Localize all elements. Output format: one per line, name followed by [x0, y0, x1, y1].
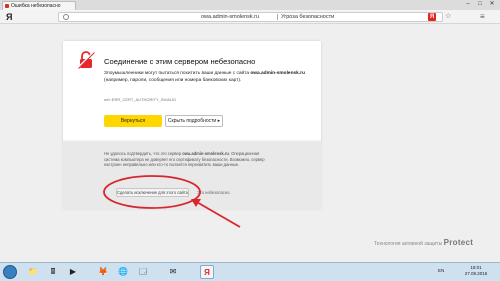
warning-favicon-icon [5, 4, 9, 8]
browser-icon[interactable]: 🌐 [116, 265, 130, 279]
address-bar[interactable]: owa.admin-smolensk.ru Угроза безопасност… [58, 12, 443, 22]
mail-icon[interactable]: ✉ [166, 265, 180, 279]
browser-tab[interactable]: Ошибка небезопасно [2, 1, 76, 10]
calculator-icon[interactable]: 🖩 [46, 265, 60, 279]
page-title: Угроза безопасности [281, 14, 335, 20]
tab-strip: Ошибка небезопасно – □ ✕ [0, 0, 500, 10]
desc-host: owa.admin-smolensk.ru [250, 71, 305, 76]
hide-details-button[interactable]: Скрыть подробности ▸ [165, 115, 223, 127]
media-player-icon[interactable]: ▶ [66, 265, 80, 279]
explorer-icon[interactable]: 📁 [26, 265, 40, 279]
start-button[interactable] [3, 265, 17, 279]
protect-branding: Технология активной защиты Protect [374, 238, 473, 247]
bookmark-star-icon[interactable]: ☆ [445, 12, 451, 20]
yandex-protect-icon[interactable]: Я [428, 13, 436, 21]
protect-label: Технология активной защиты [374, 241, 443, 247]
browser-menu-icon[interactable]: ≡ [480, 12, 485, 21]
desc-suffix: (например, пароли, сообщения или номера … [104, 77, 242, 83]
window-controls: – □ ✕ [462, 0, 498, 10]
tab-title: Ошибка небезопасно [11, 3, 61, 9]
minimize-button[interactable]: – [462, 0, 474, 9]
site-info-icon[interactable] [63, 14, 69, 20]
broken-lock-icon [77, 51, 95, 69]
details-text: Не удалось подтвердить, что это сервер o… [104, 151, 276, 168]
firefox-icon[interactable]: 🦊 [96, 265, 110, 279]
details-prefix: Не удалось подтвердить, что это сервер [104, 151, 183, 156]
error-description: Злоумышленники могут пытаться похитить в… [104, 71, 312, 84]
yandex-logo-icon[interactable]: Я [6, 12, 12, 22]
clock-date: 27.09.2016 [464, 271, 488, 276]
details-host: owa.admin-smolensk.ru [182, 151, 229, 156]
yandex-browser-icon[interactable]: Я [200, 265, 214, 279]
unsafe-note: Это небезопасно. [197, 190, 231, 195]
desc-prefix: Злоумышленники могут пытаться похитить в… [104, 71, 251, 76]
maximize-button[interactable]: □ [474, 0, 486, 9]
protect-brand: Protect [443, 238, 474, 247]
window-icon[interactable]: 🗔 [136, 265, 150, 279]
error-code: net::ERR_CERT_AUTHORITY_INVALID [104, 97, 177, 102]
taskbar: 📁 🖩 ▶ 🦊 🌐 🗔 ✉ Я EN 18:01 27.09.2016 [0, 262, 500, 281]
address-separator [277, 14, 278, 20]
add-exception-button[interactable]: Сделать исключение для этого сайта [116, 188, 189, 197]
system-clock[interactable]: 18:01 27.09.2016 [462, 265, 490, 277]
error-heading: Соединение с этим сервером небезопасно [104, 57, 256, 66]
browser-toolbar: Я owa.admin-smolensk.ru Угроза безопасно… [0, 10, 500, 24]
close-button[interactable]: ✕ [486, 0, 498, 9]
address-url: owa.admin-smolensk.ru [201, 14, 260, 20]
back-button[interactable]: Вернуться [104, 115, 162, 127]
language-indicator[interactable]: EN [438, 268, 444, 273]
